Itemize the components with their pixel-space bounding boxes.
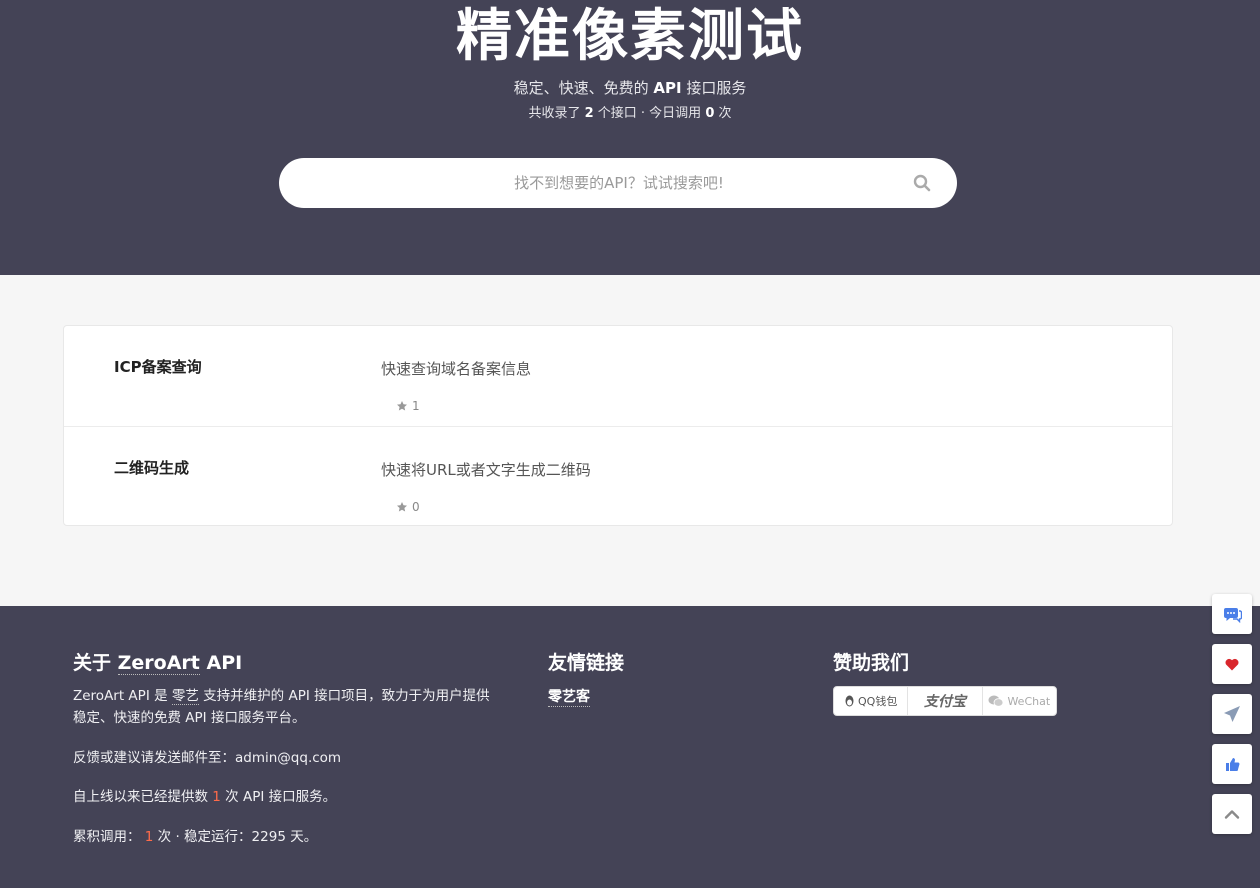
qq-penguin-icon	[845, 695, 854, 706]
about-title: 关于 ZeroArt API	[73, 648, 242, 675]
search-button[interactable]	[909, 170, 935, 196]
heart-icon	[1225, 658, 1239, 670]
pay-wechat-button[interactable]: WeChat	[983, 687, 1056, 715]
zeroart-link[interactable]: ZeroArt	[117, 652, 200, 675]
pay-alipay-button[interactable]: 支付宝	[908, 687, 983, 715]
pay-alipay-label: 支付宝	[923, 694, 966, 710]
served-text: 自上线以来已经提供数 1 次 API 接口服务。	[73, 786, 336, 808]
share-button[interactable]	[1212, 694, 1252, 734]
search-box	[279, 158, 957, 208]
page-title: 精准像素测试	[456, 4, 804, 69]
thumbs-up-icon	[1225, 757, 1239, 771]
favorite-button[interactable]	[1212, 644, 1252, 684]
subtitle-text: 稳定、快速、免费的	[513, 79, 654, 97]
hero-subtitle: 稳定、快速、免费的 API 接口服务	[0, 77, 1260, 99]
send-icon	[1224, 706, 1240, 722]
about-title-pre: 关于	[73, 652, 118, 674]
like-button[interactable]	[1212, 744, 1252, 784]
total-pre: 累积调用：	[73, 829, 145, 845]
star-count: 1	[412, 399, 420, 413]
search-input[interactable]	[299, 158, 939, 208]
api-count: 2	[584, 106, 594, 121]
api-desc: 快速将URL或者文字生成二维码	[381, 461, 591, 479]
api-row-qrcode[interactable]: 二维码生成 快速将URL或者文字生成二维码 0	[64, 426, 1172, 526]
stats-text-mid: 个接口 · 今日调用	[593, 106, 706, 121]
star-icon	[397, 502, 407, 512]
sponsor-payment-bar: QQ钱包 支付宝 WeChat	[833, 686, 1057, 716]
star-count: 0	[412, 500, 420, 514]
lingyi-link[interactable]: 零艺	[171, 688, 199, 705]
total-text: 累积调用： 1 次 · 稳定运行：2295 天。	[73, 826, 317, 848]
sponsor-title: 赞助我们	[833, 652, 910, 674]
stats-text: 共收录了	[528, 106, 585, 121]
served-count: 1	[212, 789, 221, 805]
stats-text-end: 次	[714, 106, 732, 121]
api-name[interactable]: 二维码生成	[114, 457, 189, 478]
api-row-icp[interactable]: ICP备案查询 快速查询域名备案信息 1	[64, 326, 1172, 426]
hero-stats: 共收录了 2 个接口 · 今日调用 0 次	[0, 104, 1260, 124]
pay-wechat-label: WeChat	[1007, 694, 1051, 708]
chevron-up-icon	[1224, 810, 1240, 819]
pay-qq-button[interactable]: QQ钱包	[834, 687, 909, 715]
api-stars: 1	[396, 399, 420, 413]
about-text-line2: 稳定、快速的免费 API 接口服务平台。	[73, 710, 306, 726]
subtitle-bold: API	[653, 79, 682, 97]
about-text: ZeroArt API 是	[73, 688, 172, 704]
api-list: ICP备案查询 快速查询域名备案信息 1 二维码生成 快速将URL或者文字生成二…	[63, 325, 1173, 526]
about-text-cont: 支持并维护的 API 接口项目，致力于为用户提供	[198, 688, 490, 704]
subtitle-text-end: 接口服务	[681, 79, 747, 97]
back-to-top-button[interactable]	[1212, 794, 1252, 834]
friend-link-lingyike[interactable]: 零艺客	[548, 686, 590, 707]
api-stars: 0	[396, 500, 420, 514]
api-desc: 快速查询域名备案信息	[381, 360, 532, 378]
star-icon	[397, 401, 407, 411]
served-post: 次 API 接口服务。	[220, 789, 337, 805]
pay-qq-label: QQ钱包	[858, 695, 898, 708]
about-title-post: API	[199, 652, 243, 674]
api-name[interactable]: ICP备案查询	[114, 356, 202, 377]
about-description: ZeroArt API 是 零艺 支持并维护的 API 接口项目，致力于为用户提…	[73, 685, 513, 729]
feedback-text: 反馈或建议请发送邮件至：admin@qq.com	[73, 750, 342, 766]
served-pre: 自上线以来已经提供数	[73, 789, 213, 805]
wechat-icon	[988, 695, 1004, 707]
search-icon	[913, 174, 931, 192]
chat-button[interactable]	[1212, 594, 1252, 634]
links-title: 友情链接	[548, 652, 625, 674]
footer: 关于 ZeroArt API ZeroArt API 是 零艺 支持并维护的 A…	[0, 606, 1260, 888]
chat-icon	[1224, 608, 1242, 623]
total-post: 次 · 稳定运行：2295 天。	[153, 829, 318, 845]
hero-header: 精准像素测试 稳定、快速、免费的 API 接口服务 共收录了 2 个接口 · 今…	[0, 0, 1260, 275]
